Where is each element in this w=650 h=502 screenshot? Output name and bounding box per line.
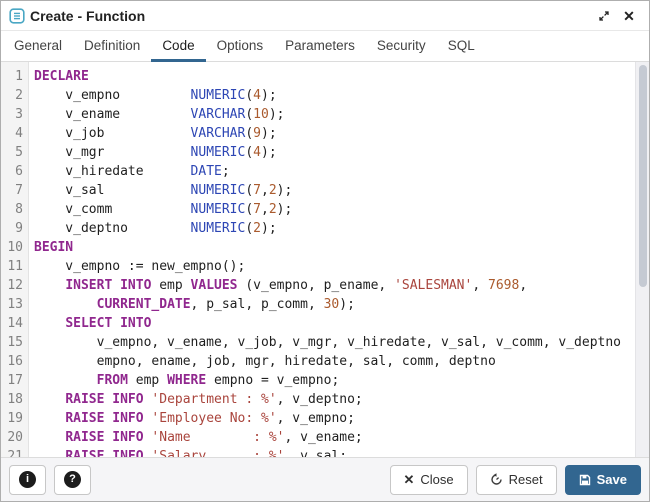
code-line: v_sal NUMERIC(7,2); [34, 181, 635, 200]
code-content[interactable]: DECLARE v_empno NUMERIC(4); v_ename VARC… [29, 62, 635, 457]
line-number: 20 [1, 428, 23, 447]
tab-sql[interactable]: SQL [437, 31, 486, 62]
footer-bar: i ? ✕ Close Reset [1, 457, 649, 501]
line-number: 16 [1, 352, 23, 371]
function-icon [9, 8, 25, 24]
code-line: DECLARE [34, 67, 635, 86]
code-line: v_ename VARCHAR(10); [34, 105, 635, 124]
editor-scrollbar[interactable] [635, 62, 649, 457]
code-line: CURRENT_DATE, p_sal, p_comm, 30); [34, 295, 635, 314]
tab-security[interactable]: Security [366, 31, 437, 62]
save-button[interactable]: Save [565, 465, 641, 495]
code-line: v_empno := new_empno(); [34, 257, 635, 276]
save-icon [579, 474, 591, 486]
tab-bar: GeneralDefinitionCodeOptionsParametersSe… [1, 31, 649, 62]
line-number: 4 [1, 124, 23, 143]
code-line: v_job VARCHAR(9); [34, 124, 635, 143]
code-line: v_comm NUMERIC(7,2); [34, 200, 635, 219]
line-number: 8 [1, 200, 23, 219]
dialog-title: Create - Function [30, 8, 145, 24]
code-line: v_deptno NUMERIC(2); [34, 219, 635, 238]
tab-parameters[interactable]: Parameters [274, 31, 366, 62]
close-x-icon: ✕ [404, 473, 415, 486]
code-line: INSERT INTO emp VALUES (v_empno, p_ename… [34, 276, 635, 295]
line-number: 2 [1, 86, 23, 105]
expand-icon[interactable] [594, 6, 614, 26]
sql-help-button[interactable]: i [9, 465, 46, 495]
code-line: v_mgr NUMERIC(4); [34, 143, 635, 162]
line-number: 14 [1, 314, 23, 333]
code-line: v_empno, v_ename, v_job, v_mgr, v_hireda… [34, 333, 635, 352]
line-number: 12 [1, 276, 23, 295]
close-button[interactable]: ✕ Close [390, 465, 468, 495]
scrollbar-thumb[interactable] [639, 65, 647, 287]
reset-icon [490, 473, 503, 486]
reset-button[interactable]: Reset [476, 465, 557, 495]
line-number: 3 [1, 105, 23, 124]
title-bar: Create - Function ✕ [1, 1, 649, 31]
reset-button-label: Reset [509, 472, 543, 487]
info-icon: i [19, 471, 36, 488]
line-number: 6 [1, 162, 23, 181]
line-number: 21 [1, 447, 23, 457]
line-number: 15 [1, 333, 23, 352]
code-editor[interactable]: 123456789101112131415161718192021 DECLAR… [1, 62, 649, 457]
line-number: 11 [1, 257, 23, 276]
code-line: empno, ename, job, mgr, hiredate, sal, c… [34, 352, 635, 371]
line-number: 5 [1, 143, 23, 162]
code-line: RAISE INFO 'Department : %', v_deptno; [34, 390, 635, 409]
line-number: 9 [1, 219, 23, 238]
dialog-help-button[interactable]: ? [54, 465, 91, 495]
line-number: 7 [1, 181, 23, 200]
code-line: FROM emp WHERE empno = v_empno; [34, 371, 635, 390]
code-line: v_hiredate DATE; [34, 162, 635, 181]
help-icon: ? [64, 471, 81, 488]
tab-options[interactable]: Options [206, 31, 275, 62]
close-icon[interactable]: ✕ [619, 6, 639, 26]
create-function-dialog: Create - Function ✕ GeneralDefinitionCod… [0, 0, 650, 502]
line-number: 18 [1, 390, 23, 409]
code-line: RAISE INFO 'Salary : %', v_sal; [34, 447, 635, 457]
code-line: BEGIN [34, 238, 635, 257]
close-button-label: Close [420, 472, 453, 487]
save-button-label: Save [597, 472, 627, 487]
code-line: RAISE INFO 'Employee No: %', v_empno; [34, 409, 635, 428]
code-line: RAISE INFO 'Name : %', v_ename; [34, 428, 635, 447]
code-line: v_empno NUMERIC(4); [34, 86, 635, 105]
line-number: 17 [1, 371, 23, 390]
line-number: 19 [1, 409, 23, 428]
code-line: SELECT INTO [34, 314, 635, 333]
line-number: 10 [1, 238, 23, 257]
tab-code[interactable]: Code [151, 31, 205, 62]
line-number: 13 [1, 295, 23, 314]
line-number: 1 [1, 67, 23, 86]
tab-general[interactable]: General [3, 31, 73, 62]
tab-definition[interactable]: Definition [73, 31, 151, 62]
line-numbers: 123456789101112131415161718192021 [1, 62, 29, 457]
